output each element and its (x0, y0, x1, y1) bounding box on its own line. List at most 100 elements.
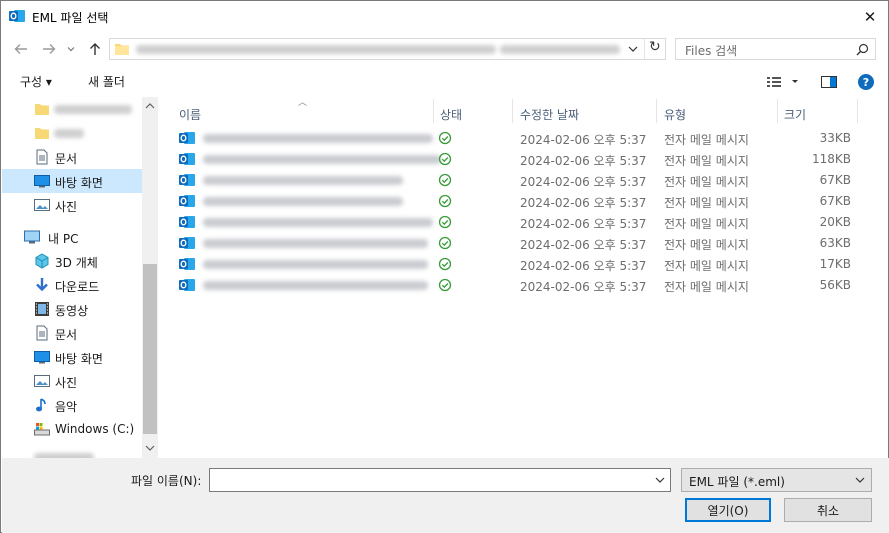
sync-status-icon (438, 278, 452, 292)
file-modified: 2024-02-06 오후 5:37 (520, 133, 647, 147)
file-type: 전자 메일 메시지 (664, 238, 749, 252)
file-row[interactable]: 2024-02-06 오후 5:37 전자 메일 메시지 20KB (171, 212, 861, 233)
file-row[interactable]: 2024-02-06 오후 5:37 전자 메일 메시지 67KB (171, 170, 861, 191)
desktop-icon (34, 175, 50, 188)
sidebar-item-redacted[interactable] (2, 97, 142, 121)
sidebar-item-music[interactable]: 음악 (2, 393, 142, 417)
arrow-right-icon (43, 44, 56, 54)
file-name-redacted (203, 218, 433, 227)
file-row[interactable]: 2024-02-06 오후 5:37 전자 메일 메시지 67KB (171, 191, 861, 212)
scrollbar-thumb[interactable] (143, 264, 157, 434)
filetype-select[interactable]: EML 파일 (*.eml) (681, 468, 872, 492)
column-divider[interactable] (433, 99, 434, 123)
cancel-button[interactable]: 취소 (784, 498, 872, 522)
file-row[interactable]: 2024-02-06 오후 5:37 전자 메일 메시지 63KB (171, 233, 861, 254)
3d-objects-icon (35, 253, 49, 269)
sidebar-item-desktop-pc[interactable]: 바탕 화면 (2, 345, 142, 369)
scroll-up-icon[interactable] (142, 99, 158, 113)
document-icon (36, 325, 48, 341)
label-redacted (54, 105, 132, 114)
forward-button[interactable] (39, 39, 59, 59)
sort-ascending-icon: ︿ (298, 98, 308, 108)
music-icon (36, 398, 46, 412)
column-divider[interactable] (512, 99, 513, 123)
search-box[interactable]: Files 검색 (675, 38, 876, 60)
eml-file-icon (179, 195, 195, 207)
cancel-button-label: 취소 (816, 503, 840, 518)
filename-label: 파일 이름(N): (131, 474, 202, 488)
sidebar-item-label: 문서 (55, 152, 78, 166)
breadcrumb-redacted (500, 45, 620, 54)
file-type: 전자 메일 메시지 (664, 175, 749, 189)
sidebar-item-videos[interactable]: 동영상 (2, 297, 142, 321)
refresh-icon: ↻ (649, 39, 661, 55)
eml-file-icon (179, 237, 195, 249)
column-divider[interactable] (857, 99, 858, 123)
navigation-pane: 문서 바탕 화면 사진 내 PC 3D 개체 다운로드 동영상 문서 바탕 화면… (2, 97, 158, 458)
label-redacted (54, 129, 84, 138)
file-modified: 2024-02-06 오후 5:37 (520, 154, 647, 168)
column-header-type[interactable]: 유형 (664, 106, 686, 123)
sidebar-item-pictures[interactable]: 사진 (2, 193, 142, 217)
sync-status-icon (438, 236, 452, 250)
file-row[interactable]: 2024-02-06 오후 5:37 전자 메일 메시지 56KB (171, 275, 861, 296)
file-modified: 2024-02-06 오후 5:37 (520, 238, 647, 252)
chevron-down-icon[interactable] (654, 474, 666, 486)
open-button[interactable]: 열기(O) (685, 498, 771, 522)
column-header-modified[interactable]: 수정한 날짜 (520, 106, 579, 123)
address-bar[interactable]: ↻ (109, 38, 666, 60)
column-divider[interactable] (656, 99, 657, 123)
refresh-button[interactable]: ↻ (644, 39, 664, 59)
column-header-status[interactable]: 상태 (440, 106, 462, 123)
sidebar-item-documents[interactable]: 문서 (2, 145, 142, 169)
sync-status-icon (438, 215, 452, 229)
sidebar-item-redacted[interactable] (2, 121, 142, 145)
sidebar-scrollbar[interactable] (142, 97, 158, 458)
folder-icon (35, 128, 49, 139)
sidebar-item-c-drive[interactable]: Windows (C:) (2, 417, 142, 441)
file-size: 118KB (811, 152, 851, 166)
file-row[interactable]: 2024-02-06 오후 5:37 전자 메일 메시지 33KB (171, 128, 861, 149)
eml-file-icon (179, 174, 195, 186)
file-name-redacted (203, 260, 428, 269)
chevron-down-icon[interactable] (626, 42, 640, 56)
file-modified: 2024-02-06 오후 5:37 (520, 175, 647, 189)
sidebar-item-label: 음악 (55, 400, 78, 414)
sidebar-item-network-partial[interactable] (2, 447, 142, 458)
folder-icon (35, 104, 49, 115)
scroll-down-icon[interactable] (142, 441, 158, 455)
file-row[interactable]: 2024-02-06 오후 5:37 전자 메일 메시지 17KB (171, 254, 861, 275)
sync-status-icon (438, 173, 452, 187)
close-button[interactable]: ✕ (851, 1, 889, 32)
new-folder-button[interactable]: 새 폴더 (88, 73, 125, 90)
change-view-button[interactable] (766, 75, 798, 92)
back-button[interactable] (11, 39, 31, 59)
drive-icon (34, 423, 50, 436)
file-size: 33KB (819, 131, 851, 145)
document-icon (36, 149, 48, 165)
sidebar-item-desktop[interactable]: 바탕 화면 (2, 169, 142, 193)
sidebar-item-label: 내 PC (48, 232, 79, 246)
column-header-size[interactable]: 크기 (784, 106, 806, 123)
preview-pane-button[interactable] (821, 75, 837, 92)
column-divider[interactable] (777, 99, 778, 123)
sidebar-item-pictures-pc[interactable]: 사진 (2, 369, 142, 393)
sidebar-item-downloads[interactable]: 다운로드 (2, 273, 142, 297)
filename-combobox[interactable] (209, 468, 671, 492)
organize-menu[interactable]: 구성 ▾ (20, 73, 52, 90)
sidebar-item-this-pc[interactable]: 내 PC (2, 225, 142, 249)
sidebar-item-documents-pc[interactable]: 문서 (2, 321, 142, 345)
desktop-icon (34, 351, 50, 364)
pc-icon (24, 230, 40, 244)
search-placeholder: Files 검색 (685, 44, 738, 58)
column-header-name[interactable]: 이름 (179, 106, 201, 123)
recent-locations-button[interactable] (64, 39, 78, 59)
up-button[interactable] (85, 39, 105, 59)
search-icon (856, 43, 869, 56)
sidebar-item-3d-objects[interactable]: 3D 개체 (2, 249, 142, 273)
eml-file-icon (179, 132, 195, 144)
eml-file-icon (179, 258, 195, 270)
help-button[interactable]: ? (857, 73, 875, 94)
file-size: 63KB (819, 236, 851, 250)
file-row[interactable]: 2024-02-06 오후 5:37 전자 메일 메시지 118KB (171, 149, 861, 170)
